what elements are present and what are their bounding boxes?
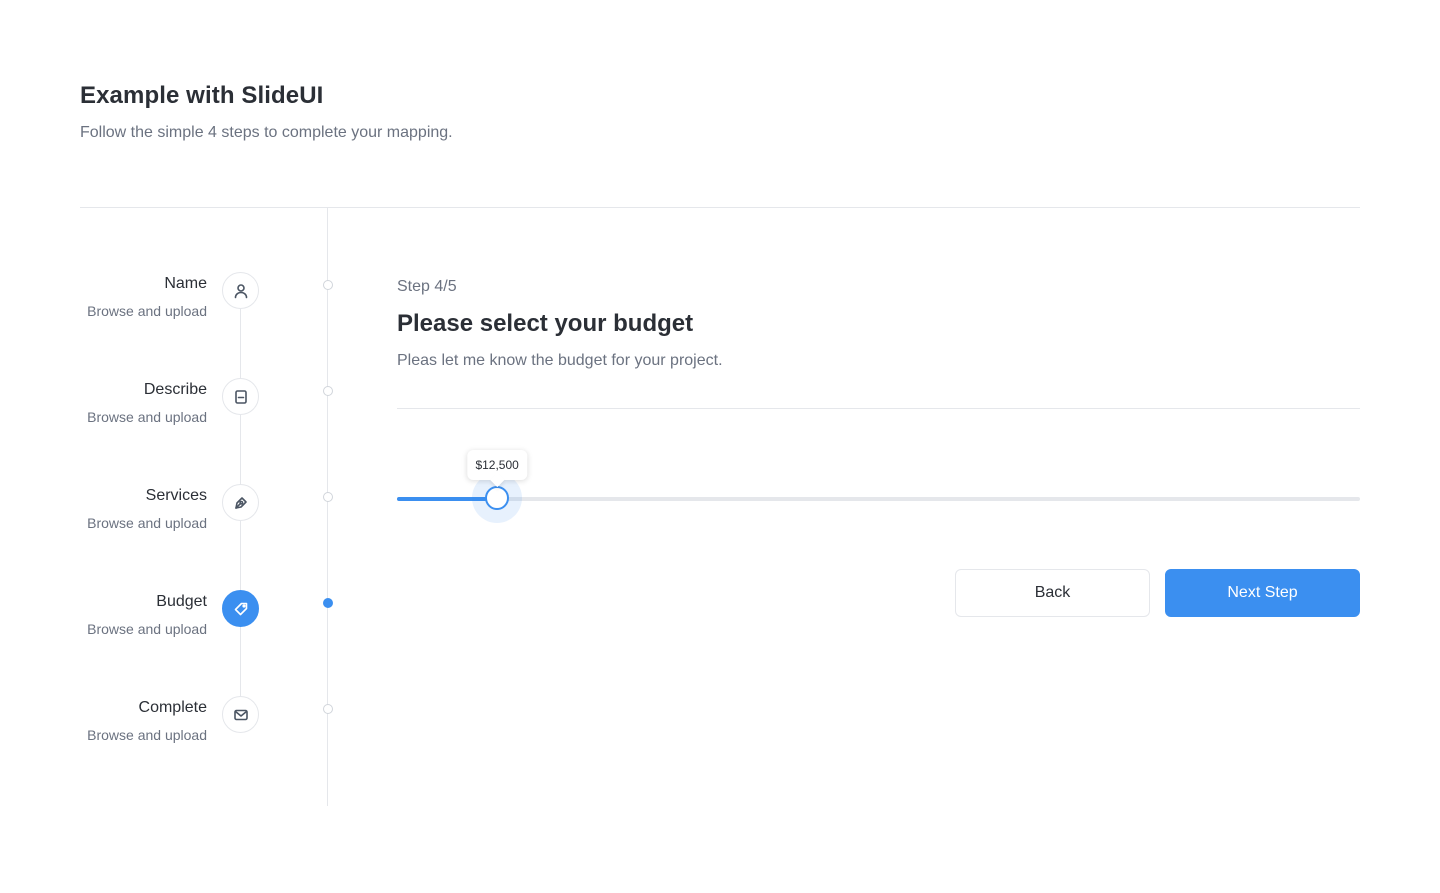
step-services[interactable]: Services Browse and upload xyxy=(0,484,333,554)
step-label: Describe xyxy=(143,381,207,398)
timeline-dot xyxy=(323,704,333,714)
step-text: Name Browse and upload xyxy=(87,272,207,319)
content-description: Pleas let me know the budget for your pr… xyxy=(397,352,723,369)
step-description: Browse and upload xyxy=(87,621,207,637)
step-text: Services Browse and upload xyxy=(87,484,207,531)
next-step-button[interactable]: Next Step xyxy=(1165,569,1360,617)
step-label: Services xyxy=(145,487,207,504)
step-complete[interactable]: Complete Browse and upload xyxy=(0,696,333,766)
mail-icon xyxy=(222,696,259,733)
step-description: Browse and upload xyxy=(87,727,207,743)
budget-slider[interactable]: $12,500 xyxy=(397,450,1360,523)
pen-tool-icon xyxy=(222,484,259,521)
step-budget[interactable]: Budget Browse and upload xyxy=(0,590,333,660)
slider-track[interactable] xyxy=(397,497,1360,501)
document-icon xyxy=(222,378,259,415)
step-description: Browse and upload xyxy=(87,303,207,319)
timeline-dot xyxy=(323,598,333,608)
slider-thumb[interactable] xyxy=(485,486,510,510)
step-label: Name xyxy=(164,275,207,292)
step-name[interactable]: Name Browse and upload xyxy=(0,272,333,342)
timeline-dot xyxy=(323,386,333,396)
content-title: Please select your budget xyxy=(397,310,694,337)
step-describe[interactable]: Describe Browse and upload xyxy=(0,378,333,448)
step-label: Complete xyxy=(138,699,207,716)
step-text: Complete Browse and upload xyxy=(87,696,207,743)
step-text: Budget Browse and upload xyxy=(87,590,207,637)
step-description: Browse and upload xyxy=(87,409,207,425)
timeline-dot xyxy=(323,492,333,502)
step-label: Budget xyxy=(156,593,207,610)
user-icon xyxy=(222,272,259,309)
timeline-dot xyxy=(323,280,333,290)
step-description: Browse and upload xyxy=(87,515,207,531)
slider-value-tooltip: $12,500 xyxy=(467,450,527,480)
step-content: Step 4/5 Please select your budget Pleas… xyxy=(397,278,1360,370)
tag-icon xyxy=(222,590,259,627)
step-counter: Step 4/5 xyxy=(397,278,457,295)
step-text: Describe Browse and upload xyxy=(87,378,207,425)
stepper: Name Browse and upload Describe Browse a… xyxy=(0,0,333,893)
back-button[interactable]: Back xyxy=(955,569,1150,617)
content-divider xyxy=(397,408,1360,409)
